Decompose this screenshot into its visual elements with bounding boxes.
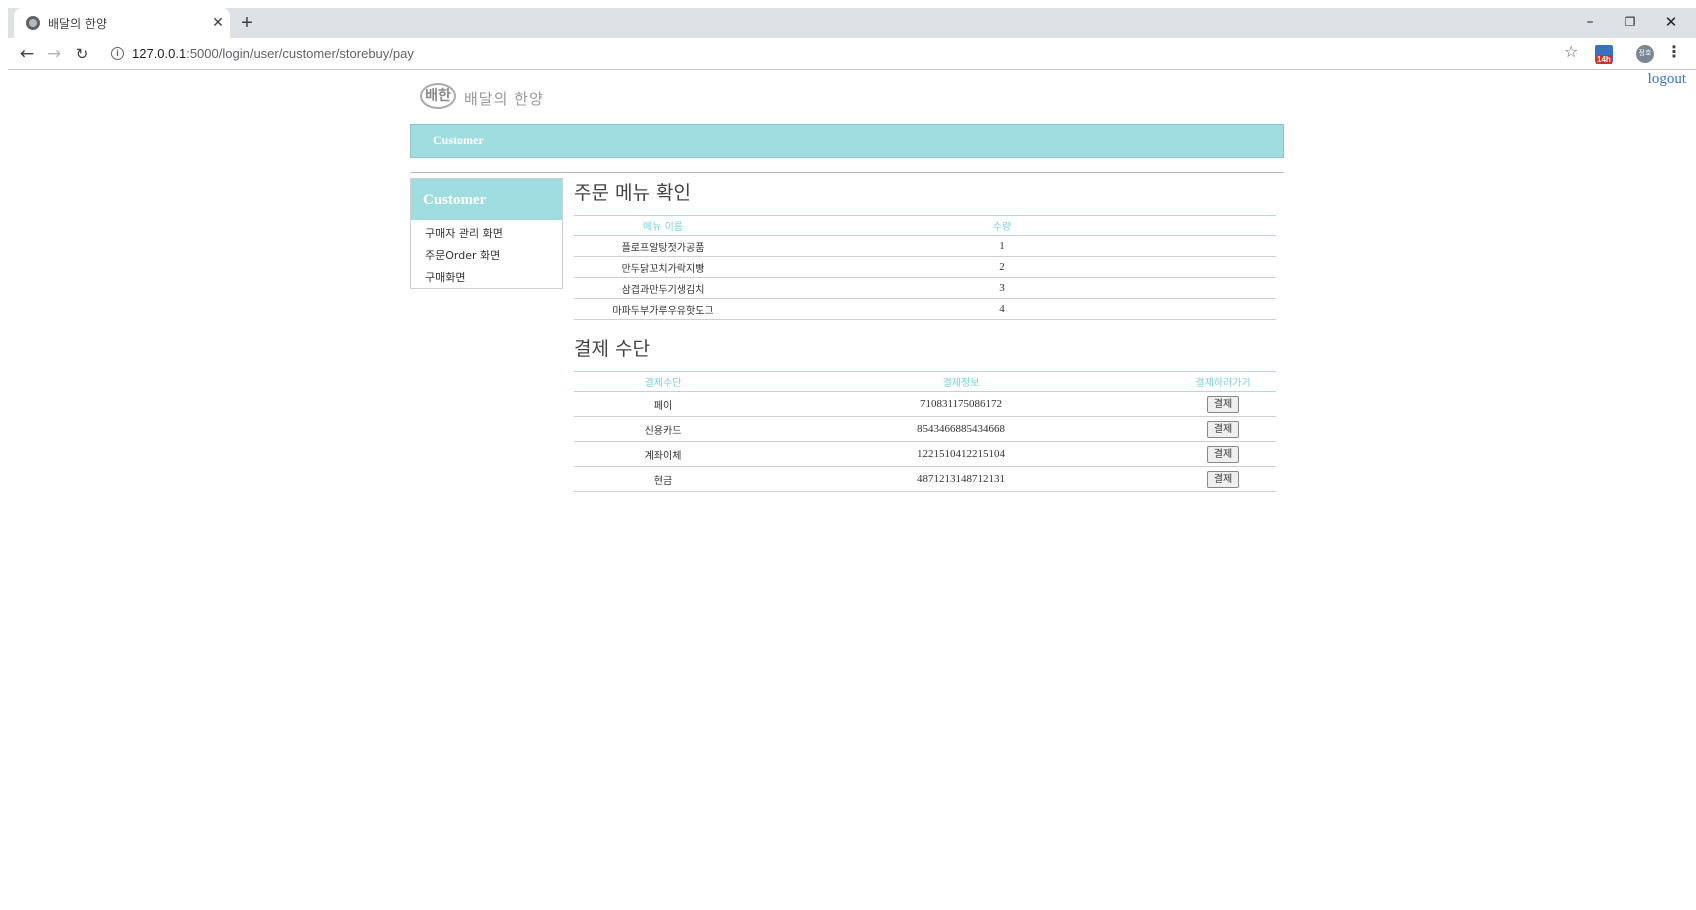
table-header-row: 메뉴 이름 수량 (574, 215, 1276, 236)
payment-info-cell: 8543466885434668 (752, 416, 1170, 442)
table-row: 플로프알탕젓가공품 1 (574, 235, 1276, 257)
new-tab-button[interactable]: + (236, 12, 258, 34)
tab-title: 배달의 한양 (48, 17, 108, 31)
sidebar-list: 구매자 관리 화면 주문Order 화면 구매화면 (411, 220, 562, 289)
payment-method-cell: 계좌이체 (574, 441, 752, 467)
sidebar-item-purchase[interactable]: 구매화면 (411, 267, 562, 289)
quantity-cell: 2 (752, 256, 1252, 278)
sidebar-header: Customer (411, 179, 562, 220)
window-close-icon[interactable]: ✕ (1656, 11, 1686, 33)
payment-action-cell: 결제 (1170, 391, 1276, 417)
vertical-dots-menu-icon[interactable]: ⋮ (1666, 43, 1682, 63)
main-content: 주문 메뉴 확인 메뉴 이름 수량 플로프알탕젓가공품 1 만두닭꼬치가락지빵 … (574, 178, 1276, 492)
payment-info-cell: 1221510412215104 (752, 441, 1170, 467)
menu-name-cell: 삼겹과만두기생김치 (574, 277, 752, 299)
browser-window: 배달의 한양 ✕ + – ❐ ✕ ← → ↻ i 127.0.0.1:5000/… (0, 0, 1696, 910)
info-icon[interactable]: i (111, 47, 124, 60)
profile-avatar-icon[interactable]: 정호 (1636, 45, 1654, 63)
address-bar[interactable]: 127.0.0.1:5000/login/user/customer/store… (132, 46, 414, 61)
empty-cell (1252, 277, 1276, 299)
sidebar-item-customer-management[interactable]: 구매자 관리 화면 (411, 223, 562, 245)
order-section-title: 주문 메뉴 확인 (574, 182, 691, 204)
browser-tab[interactable]: 배달의 한양 ✕ (14, 8, 230, 38)
minimize-icon[interactable]: – (1575, 11, 1605, 33)
sidebar: Customer 구매자 관리 화면 주문Order 화면 구매화면 (410, 178, 563, 289)
pay-button[interactable]: 결제 (1206, 470, 1240, 488)
forward-arrow-icon[interactable]: → (43, 43, 65, 65)
pay-button[interactable]: 결제 (1206, 395, 1240, 413)
table-row: 페이 710831175086172 결제 (574, 391, 1276, 417)
top-navigation-bar: Customer (410, 124, 1284, 158)
menu-name-cell: 만두닭꼬치가락지빵 (574, 256, 752, 278)
table-header-row: 결제수단 결제정보 결제하러가기 (574, 371, 1276, 392)
quantity-cell: 1 (752, 235, 1252, 257)
payment-method-cell: 현금 (574, 466, 752, 492)
quantity-cell: 4 (752, 298, 1252, 320)
table-row: 신용카드 8543466885434668 결제 (574, 416, 1276, 442)
table-row: 마파두부가루우유핫도그 4 (574, 298, 1276, 320)
payment-method-cell: 신용카드 (574, 416, 752, 442)
logo-text: 배달의 한양 (464, 90, 544, 108)
sidebar-title: Customer (423, 192, 487, 208)
column-header (1252, 215, 1276, 236)
tab-strip: 배달의 한양 ✕ + – ❐ ✕ (8, 8, 1696, 38)
globe-icon (26, 16, 40, 30)
extension-badge: 14h (1596, 55, 1612, 64)
logo-badge: 배한 (420, 83, 456, 109)
column-header: 메뉴 이름 (574, 215, 752, 236)
page-body: logout 배한 배달의 한양 Customer Customer 구매자 관… (8, 71, 1696, 910)
column-header: 결제정보 (752, 371, 1170, 392)
url-path: :5000/login/user/customer/storebuy/pay (186, 46, 414, 61)
logout-link[interactable]: logout (1648, 71, 1686, 88)
quantity-cell: 3 (752, 277, 1252, 299)
table-row: 만두닭꼬치가락지빵 2 (574, 256, 1276, 278)
sidebar-item-order[interactable]: 주문Order 화면 (411, 245, 562, 267)
payment-action-cell: 결제 (1170, 416, 1276, 442)
reload-icon[interactable]: ↻ (71, 43, 93, 65)
table-row: 삼겹과만두기생김치 3 (574, 277, 1276, 299)
close-tab-icon[interactable]: ✕ (210, 13, 226, 31)
payment-info-cell: 710831175086172 (752, 391, 1170, 417)
empty-cell (1252, 235, 1276, 257)
pay-button[interactable]: 결제 (1206, 445, 1240, 463)
empty-cell (1252, 298, 1276, 320)
table-row: 현금 4871213148712131 결제 (574, 466, 1276, 492)
menu-name-cell: 마파두부가루우유핫도그 (574, 298, 752, 320)
bookmark-star-icon[interactable]: ☆ (1564, 42, 1578, 62)
payment-section-title: 결제 수단 (574, 338, 650, 360)
restore-icon[interactable]: ❐ (1615, 11, 1645, 33)
pay-button[interactable]: 결제 (1206, 420, 1240, 438)
payment-method-cell: 페이 (574, 391, 752, 417)
menu-name-cell: 플로프알탕젓가공품 (574, 235, 752, 257)
table-row: 계좌이체 1221510412215104 결제 (574, 441, 1276, 467)
payment-info-cell: 4871213148712131 (752, 466, 1170, 492)
order-menu-table: 메뉴 이름 수량 플로프알탕젓가공품 1 만두닭꼬치가락지빵 2 삼겹과만두기생… (574, 215, 1276, 320)
divider (410, 172, 1284, 173)
column-header: 수량 (752, 215, 1252, 236)
url-host: 127.0.0.1 (132, 46, 187, 61)
payment-table: 결제수단 결제정보 결제하러가기 페이 710831175086172 결제 신… (574, 371, 1276, 492)
empty-cell (1252, 256, 1276, 278)
payment-action-cell: 결제 (1170, 441, 1276, 467)
topnav-item-customer[interactable]: Customer (433, 133, 484, 148)
browser-toolbar: ← → ↻ i 127.0.0.1:5000/login/user/custom… (8, 38, 1696, 70)
column-header: 결제하러가기 (1170, 371, 1276, 392)
extension-calendar-icon[interactable]: 14h (1595, 45, 1613, 64)
column-header: 결제수단 (574, 371, 752, 392)
back-arrow-icon[interactable]: ← (16, 43, 38, 65)
payment-action-cell: 결제 (1170, 466, 1276, 492)
